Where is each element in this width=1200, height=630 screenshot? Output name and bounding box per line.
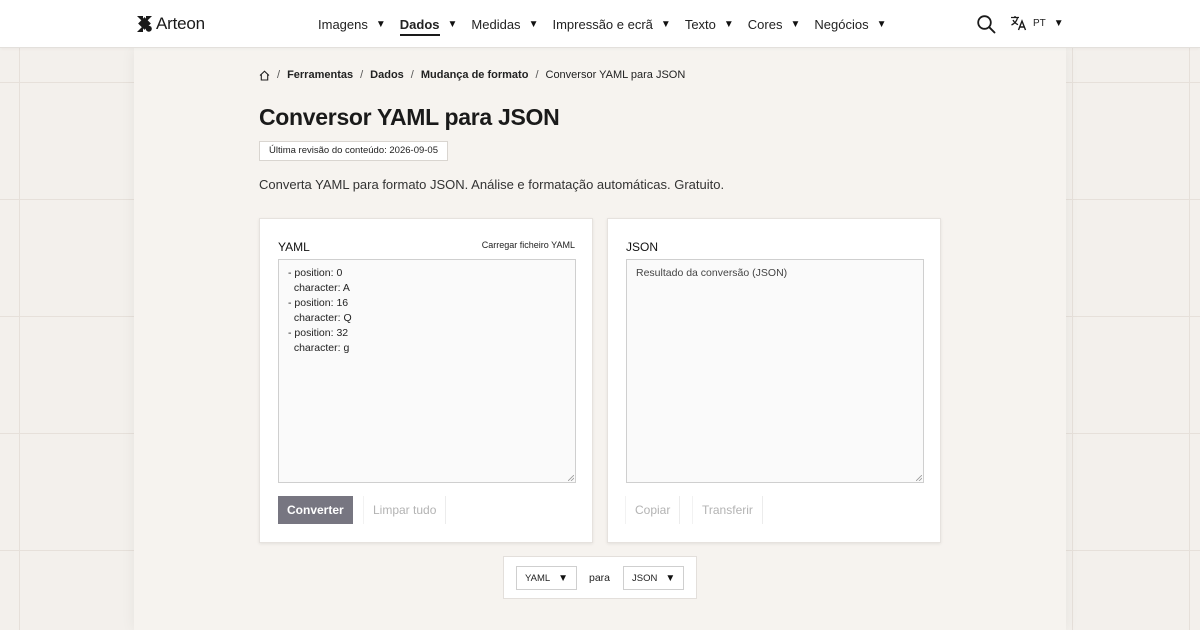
caret-down-icon: ▼ xyxy=(723,18,734,30)
revision-date-badge: Última revisão do conteúdo: 2026-09-05 xyxy=(259,141,448,161)
caret-down-icon: ▼ xyxy=(528,18,539,30)
resize-grip-icon[interactable] xyxy=(568,475,574,481)
download-button[interactable]: Transferir xyxy=(692,496,763,524)
caret-down-icon: ▼ xyxy=(447,18,458,30)
resize-grip-icon[interactable] xyxy=(916,475,922,481)
upload-yaml-file-link[interactable]: Carregar ficheiro YAML xyxy=(482,240,575,250)
target-format-select[interactable]: JSON ▼ xyxy=(623,566,685,590)
format-separator-label: para xyxy=(589,572,611,584)
output-panel-label: JSON xyxy=(626,240,659,254)
search-icon[interactable] xyxy=(976,14,996,34)
language-selector[interactable]: PT ▼ xyxy=(1010,15,1064,31)
nav-item-dados[interactable]: Dados ▼ xyxy=(399,13,458,36)
json-output-textarea[interactable]: Resultado da conversão (JSON) xyxy=(626,259,924,483)
breadcrumb-link-dados[interactable]: Dados xyxy=(370,69,404,81)
breadcrumb: / Ferramentas / Dados / Mudança de forma… xyxy=(259,69,685,81)
format-selector-bar: YAML ▼ para JSON ▼ xyxy=(503,556,697,599)
brand-mark-icon xyxy=(137,16,152,32)
breadcrumb-current: Conversor YAML para JSON xyxy=(545,69,686,81)
caret-down-icon: ▼ xyxy=(558,572,569,584)
nav-item-negocios[interactable]: Negócios ▼ xyxy=(814,17,886,32)
brand-name: Arteon xyxy=(156,14,205,33)
caret-down-icon: ▼ xyxy=(665,572,676,584)
source-format-value: YAML xyxy=(525,572,551,584)
caret-down-icon: ▼ xyxy=(790,18,801,30)
source-format-select[interactable]: YAML ▼ xyxy=(516,566,578,590)
nav-item-texto[interactable]: Texto ▼ xyxy=(685,17,734,32)
yaml-input-textarea[interactable]: - position: 0 character: A - position: 1… xyxy=(278,259,576,483)
yaml-input-panel: YAML Carregar ficheiro YAML - position: … xyxy=(259,218,593,543)
breadcrumb-separator: / xyxy=(410,69,414,81)
main-content: / Ferramentas / Dados / Mudança de forma… xyxy=(134,48,1066,630)
top-navigation-bar: Arteon Imagens ▼ Dados ▼ Medidas ▼ Impre… xyxy=(0,0,1200,48)
convert-button[interactable]: Converter xyxy=(278,496,353,524)
home-icon[interactable] xyxy=(259,69,270,81)
page-description: Converta YAML para formato JSON. Análise… xyxy=(259,177,725,192)
caret-down-icon: ▼ xyxy=(375,18,386,30)
main-nav: Imagens ▼ Dados ▼ Medidas ▼ Impressão e … xyxy=(318,0,901,48)
breadcrumb-separator: / xyxy=(360,69,364,81)
nav-item-medidas[interactable]: Medidas ▼ xyxy=(471,17,538,32)
breadcrumb-link-ferramentas[interactable]: Ferramentas xyxy=(287,69,353,81)
target-format-value: JSON xyxy=(632,572,658,584)
nav-item-cores[interactable]: Cores ▼ xyxy=(748,17,801,32)
caret-down-icon: ▼ xyxy=(1053,17,1064,29)
clear-all-button[interactable]: Limpar tudo xyxy=(363,496,447,524)
nav-item-imagens[interactable]: Imagens ▼ xyxy=(318,17,386,32)
breadcrumb-separator: / xyxy=(535,69,539,81)
language-code: PT xyxy=(1033,17,1046,29)
copy-button[interactable]: Copiar xyxy=(625,496,681,524)
breadcrumb-link-mudanca-de-formato[interactable]: Mudança de formato xyxy=(421,69,529,81)
caret-down-icon: ▼ xyxy=(876,18,887,30)
nav-item-impressao-e-ecra[interactable]: Impressão e ecrã ▼ xyxy=(552,17,670,32)
json-output-panel: JSON Resultado da conversão (JSON) Copia… xyxy=(607,218,941,543)
translate-icon xyxy=(1011,16,1027,31)
page-title: Conversor YAML para JSON xyxy=(259,104,560,130)
brand-logo[interactable]: Arteon xyxy=(137,14,205,34)
caret-down-icon: ▼ xyxy=(660,18,671,30)
breadcrumb-separator: / xyxy=(277,69,281,81)
input-panel-label: YAML xyxy=(278,240,310,254)
